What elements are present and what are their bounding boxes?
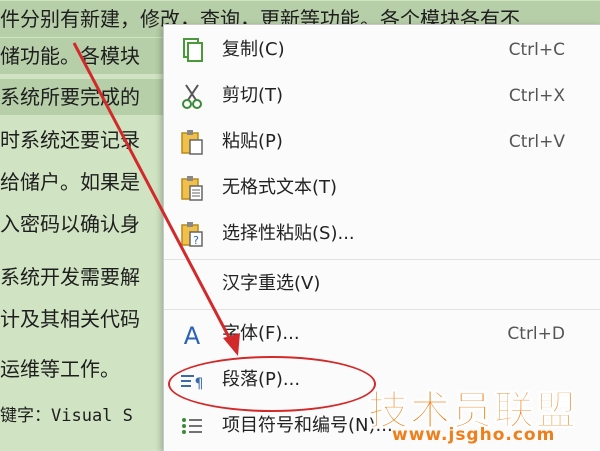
watermark-url: www.jsgho.com bbox=[392, 425, 556, 445]
